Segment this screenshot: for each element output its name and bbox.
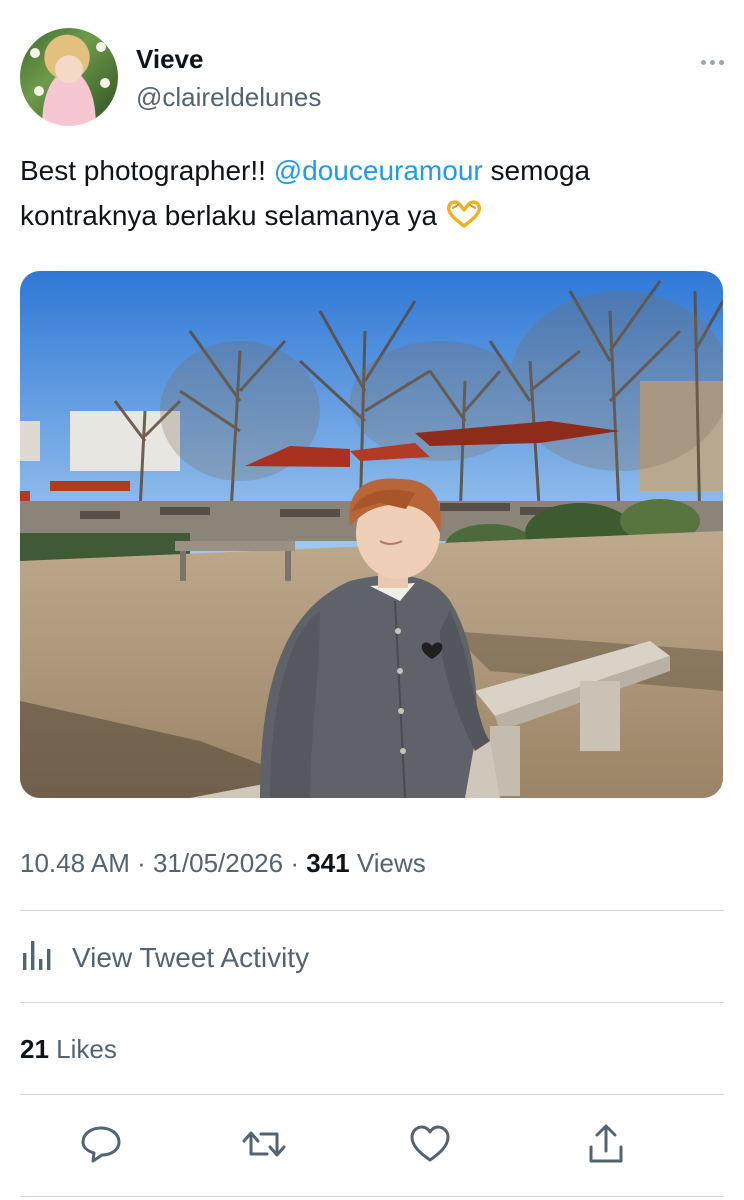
like-button[interactable] (406, 1122, 454, 1170)
heart-icon (408, 1124, 452, 1169)
avatar[interactable] (20, 28, 118, 126)
views-label[interactable]: Views (350, 848, 426, 878)
analytics-icon (20, 939, 56, 978)
mention-link[interactable]: @douceuramour (274, 155, 483, 186)
tweet-text: Best photographer!! @douceuramour semoga… (20, 148, 720, 238)
more-options-icon[interactable] (696, 52, 728, 72)
tweet-time: 10.48 AM (20, 848, 130, 878)
tweet-photo[interactable] (20, 271, 723, 798)
user-handle[interactable]: @claireldelunes (136, 82, 321, 113)
retweet-button[interactable] (240, 1122, 288, 1170)
divider (20, 1094, 724, 1095)
share-button[interactable] (582, 1122, 630, 1170)
likes-label[interactable]: Likes (49, 1034, 117, 1064)
view-activity-row[interactable]: View Tweet Activity (20, 938, 309, 978)
tweet-date: 31/05/2026 (152, 848, 284, 878)
likes-count-row[interactable]: 21 Likes (20, 1034, 117, 1065)
heart-hands-emoji-icon (445, 197, 483, 228)
share-icon (586, 1123, 626, 1170)
likes-count[interactable]: 21 (20, 1034, 49, 1064)
reply-button[interactable] (77, 1122, 125, 1170)
reply-icon (79, 1124, 123, 1169)
meta-separator: · (129, 848, 153, 878)
divider (20, 1002, 724, 1003)
retweet-icon (241, 1124, 287, 1169)
tweet-text-start: Best photographer!! (20, 155, 274, 186)
divider (20, 1196, 724, 1197)
divider (20, 910, 724, 911)
views-count[interactable]: 341 (306, 848, 349, 878)
tweet-meta: 10.48 AM · 31/05/2026 · 341 Views (20, 848, 426, 879)
display-name[interactable]: Vieve (136, 44, 203, 75)
view-activity-label[interactable]: View Tweet Activity (72, 942, 309, 974)
meta-separator: · (283, 848, 307, 878)
